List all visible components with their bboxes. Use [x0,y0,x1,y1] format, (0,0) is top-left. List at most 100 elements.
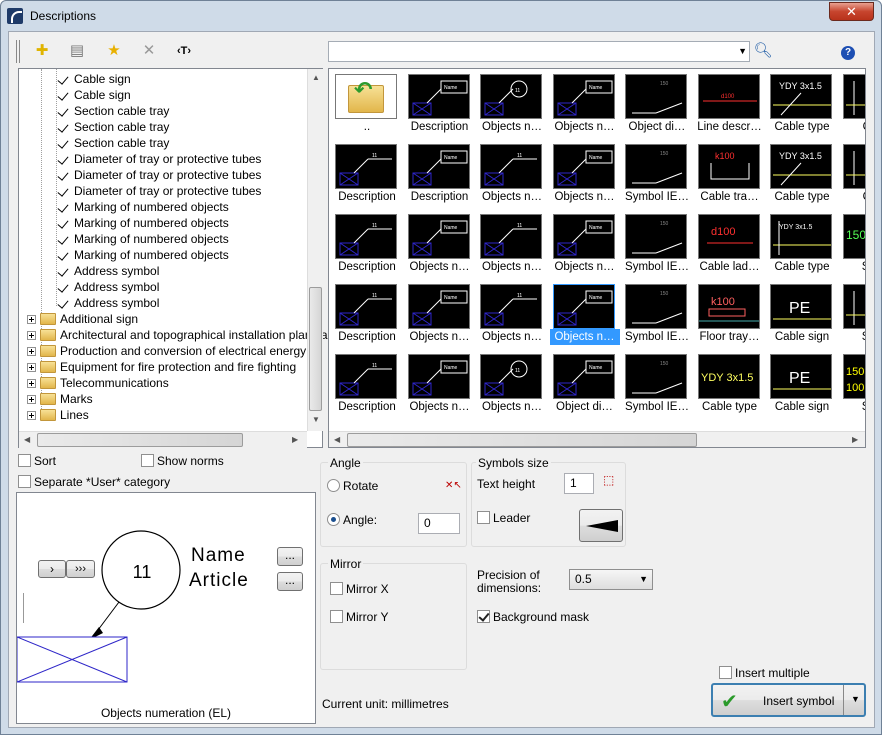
symbol-tile[interactable]: Name Objects n… [405,352,475,418]
symbol-tile[interactable]: 11 Objects n… [477,212,547,278]
show-norms-box[interactable] [141,454,154,467]
parent-folder-tile[interactable]: ↶.. [332,72,402,138]
leader-checkbox[interactable]: Leader [477,511,530,525]
symbol-tile[interactable]: Name Description [405,72,475,138]
expand-icon[interactable] [27,379,36,388]
symbol-tile[interactable]: Name Objects n… [405,212,475,278]
mirror-y-checkbox[interactable]: Mirror Y [330,610,388,624]
chevron-down-icon[interactable]: ▼ [639,570,648,589]
symbol-tile[interactable]: 11 Description [332,282,402,348]
tree-item[interactable]: Section cable tray [57,119,169,135]
symbol-tile[interactable]: 150 Symbol IE… [622,212,692,278]
insert-multiple-checkbox[interactable]: Insert multiple [719,666,810,680]
insert-symbol-button[interactable]: ✔ Insert symbol ▼ [711,683,866,717]
show-norms-checkbox[interactable]: Show norms [141,454,224,468]
tree-folder[interactable]: Equipment for fire protection and fire f… [27,359,296,375]
symbol-tile[interactable]: k100 Cable tra… [695,142,765,208]
edit-name-button[interactable]: ... [277,547,303,566]
symbol-tile[interactable]: 150100Secti [840,352,865,418]
symbol-tile[interactable]: Secti [840,282,865,348]
gallery-hscroll-thumb[interactable] [347,433,697,447]
sort-checkbox-box[interactable] [18,454,31,467]
tree-item[interactable]: Diameter of tray or protective tubes [57,151,261,167]
tree-folder[interactable]: Lines [27,407,89,423]
tree-hscroll-thumb[interactable] [37,433,243,447]
tree-item[interactable]: Cable sign [57,87,131,103]
symbol-tile[interactable]: Name Objects n… [550,142,620,208]
tree-item[interactable]: Section cable tray [57,135,169,151]
tree-folder[interactable]: Telecommunications [27,375,169,391]
sort-checkbox[interactable]: Sort [18,454,56,468]
tree-item[interactable]: Section cable tray [57,103,169,119]
symbol-tile[interactable]: 11 Objects n… [477,72,547,138]
tree-item[interactable]: Address symbol [57,279,159,295]
symbol-tile[interactable]: PE Cable sign [767,282,837,348]
search-combo[interactable]: ▼ [328,41,750,62]
angle-radio-dot[interactable] [327,513,340,526]
tree-item[interactable]: Marking of numbered objects [57,199,229,215]
expand-icon[interactable] [27,347,36,356]
expand-icon[interactable] [27,395,36,404]
tree-item[interactable]: Diameter of tray or protective tubes [57,183,261,199]
tree-vertical-scrollbar[interactable]: ▲ ▼ [307,69,323,431]
symbol-tile[interactable]: Cabl [840,72,865,138]
tree-item[interactable]: Cable sign [57,71,131,87]
add-icon[interactable]: ✚ [30,40,54,62]
symbol-tile[interactable]: Name Objects n… [405,282,475,348]
expand-icon[interactable] [27,411,36,420]
leader-box[interactable] [477,511,490,524]
expand-icon[interactable] [27,315,36,324]
symbol-tile[interactable]: d100 Line descr… [695,72,765,138]
search-icon[interactable]: 🔍︎ [751,40,775,62]
close-button[interactable]: ✕ [829,2,874,21]
tree-vscroll-thumb[interactable] [309,287,322,411]
properties-icon[interactable]: ▤ [65,40,89,62]
expand-icon[interactable] [27,363,36,372]
help-icon[interactable]: ? [836,40,860,62]
chevron-down-icon[interactable]: ▼ [851,694,860,704]
scroll-right-icon[interactable]: ▶ [852,435,858,444]
symbol-tile[interactable]: PE Cable sign [767,352,837,418]
separate-user-checkbox[interactable]: Separate *User* category [18,475,170,489]
symbol-tile[interactable]: 150 Object di… [622,72,692,138]
symbol-tile[interactable]: 150 Symbol IE… [622,142,692,208]
tree-item[interactable]: Diameter of tray or protective tubes [57,167,261,183]
insert-multiple-box[interactable] [719,666,732,679]
scroll-left-icon[interactable]: ◀ [24,435,30,444]
symbol-tile[interactable]: 11 Objects n… [477,142,547,208]
symbol-tile[interactable]: YDY 3x1.5 Cable type [695,352,765,418]
scroll-up-icon[interactable]: ▲ [312,73,320,82]
symbol-tile[interactable]: Name Object di… [550,352,620,418]
tree-folder[interactable]: Production and conversion of electrical … [27,343,306,359]
symbol-tile[interactable]: YDY 3x1.5 Cable type [767,142,837,208]
tree-item[interactable]: Marking of numbered objects [57,247,229,263]
angle-input[interactable]: 0 [418,513,460,534]
symbol-tile[interactable]: Name Objects n… [550,72,620,138]
scroll-right-icon[interactable]: ▶ [292,435,298,444]
symbol-tile[interactable]: 150 Secti [840,212,865,278]
symbol-tile[interactable]: 11 Description [332,352,402,418]
tree-folder[interactable]: Architectural and topographical installa… [27,327,328,343]
edit-article-button[interactable]: ... [277,572,303,591]
chevron-down-icon[interactable]: ▼ [738,46,747,56]
text-tool-icon[interactable]: ‹T› [172,40,196,62]
symbol-tile[interactable]: Name Description [405,142,475,208]
precision-select[interactable]: 0.5 ▼ [569,569,653,590]
symbol-tile[interactable]: 11 Description [332,212,402,278]
tree-item[interactable]: Address symbol [57,263,159,279]
tree-folder[interactable]: Marks [27,391,93,407]
text-height-input[interactable]: 1 [564,473,594,494]
category-tree[interactable]: Cable sign Cable sign Section cable tray Se… [18,68,328,448]
tree-item[interactable]: Marking of numbered objects [57,231,229,247]
tree-item[interactable]: Marking of numbered objects [57,215,229,231]
expand-icon[interactable] [27,331,36,340]
delete-icon[interactable]: ✕ [137,40,161,62]
mirror-y-box[interactable] [330,610,343,623]
symbol-tile[interactable]: YDY 3x1.5 Cable type [767,212,837,278]
angle-radio[interactable]: Angle: [327,513,377,527]
tree-horizontal-scrollbar[interactable]: ◀ ▶ [19,431,307,448]
symbol-tile[interactable]: d100 Cable lad… [695,212,765,278]
symbol-tile[interactable]: Name Objects n… [549,282,620,348]
symbol-tile[interactable]: 11 Description [332,142,402,208]
symbol-tile[interactable]: 11 Objects n… [477,352,547,418]
